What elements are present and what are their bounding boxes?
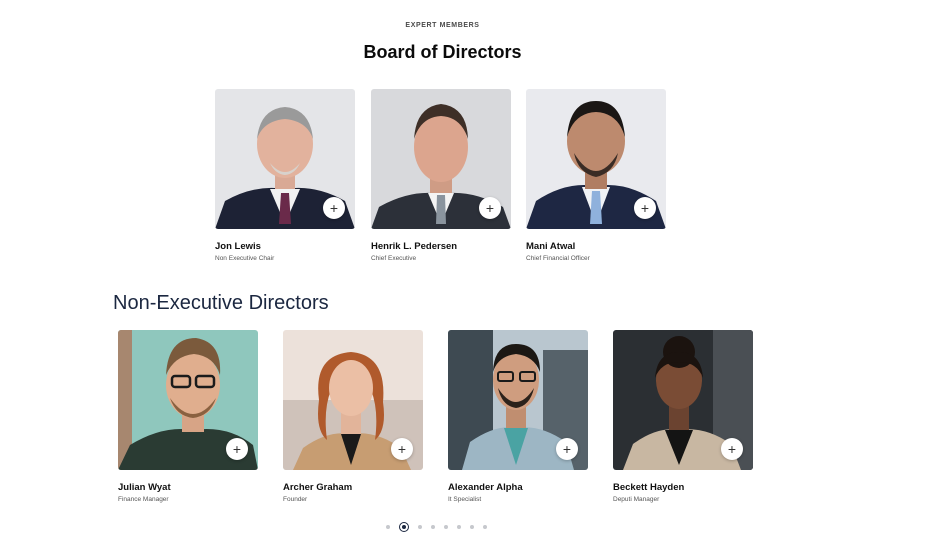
plus-icon[interactable]: +	[556, 438, 578, 460]
member-name: Julian Wyat	[118, 482, 171, 493]
member-name: Henrik L. Pedersen	[371, 241, 458, 252]
member-role: Chief Financial Officer	[526, 255, 590, 262]
plus-icon[interactable]: +	[323, 197, 345, 219]
member-name: Beckett Hayden	[613, 482, 685, 493]
member-photo: +	[283, 330, 423, 470]
pagination-dot[interactable]	[431, 525, 435, 529]
board-title: Board of Directors	[363, 42, 522, 62]
pagination-dot-active[interactable]	[399, 522, 409, 532]
section-eyebrow: EXPERT MEMBERS	[405, 22, 480, 29]
member-name: Archer Graham	[283, 482, 353, 493]
member-photo: +	[118, 330, 258, 470]
member-photo: +	[371, 89, 511, 229]
pagination-dot[interactable]	[386, 525, 390, 529]
plus-icon[interactable]: +	[226, 438, 248, 460]
member-photo: +	[448, 330, 588, 470]
member-photo: +	[613, 330, 753, 470]
non-exec-card[interactable]: + Julian Wyat Finance Manager	[118, 330, 258, 503]
member-photo: +	[526, 89, 666, 229]
pagination-dot[interactable]	[418, 525, 422, 529]
plus-icon[interactable]: +	[634, 197, 656, 219]
non-exec-card[interactable]: + Archer Graham Founder	[283, 330, 423, 503]
pagination-dot[interactable]	[483, 525, 487, 529]
member-photo: +	[215, 89, 355, 229]
member-name: Alexander Alpha	[448, 482, 523, 493]
non-exec-title: Non-Executive Directors	[113, 292, 329, 314]
board-card[interactable]: + Henrik L. Pedersen Chief Executive	[371, 89, 511, 262]
plus-icon[interactable]: +	[479, 197, 501, 219]
member-role: Finance Manager	[118, 496, 169, 503]
plus-icon[interactable]: +	[721, 438, 743, 460]
board-card[interactable]: + Jon Lewis Non Executive Chair	[215, 89, 355, 262]
member-role: Non Executive Chair	[215, 255, 275, 262]
plus-icon[interactable]: +	[391, 438, 413, 460]
carousel-pagination	[386, 522, 487, 532]
member-name: Jon Lewis	[215, 241, 261, 252]
pagination-dot[interactable]	[457, 525, 461, 529]
member-role: Deputi Manager	[613, 496, 660, 503]
member-role: Chief Executive	[371, 255, 417, 262]
non-exec-card[interactable]: + Beckett Hayden Deputi Manager	[613, 330, 753, 503]
member-role: Founder	[283, 496, 308, 503]
member-name: Mani Atwal	[526, 241, 576, 252]
non-exec-card[interactable]: + Alexander Alpha It Specialist	[448, 330, 588, 503]
pagination-dot[interactable]	[444, 525, 448, 529]
pagination-dot[interactable]	[470, 525, 474, 529]
board-card[interactable]: + Mani Atwal Chief Financial Officer	[526, 89, 666, 262]
member-role: It Specialist	[448, 496, 482, 503]
